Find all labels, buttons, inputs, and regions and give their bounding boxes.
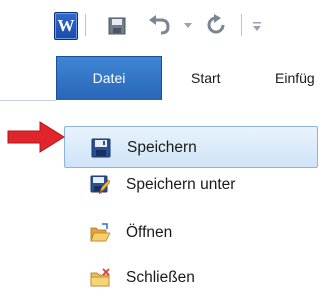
toolbar-separator	[85, 14, 86, 36]
word-logo-letter: W	[57, 16, 75, 35]
toolbar-separator	[241, 14, 242, 36]
undo-icon[interactable]	[147, 14, 171, 36]
save-icon[interactable]	[108, 17, 126, 35]
menu-item-schliessen[interactable]: Schließen	[64, 257, 318, 299]
save-disk-icon	[91, 138, 111, 158]
menu-item-speichern[interactable]: Speichern	[64, 126, 318, 168]
customize-qat-icon[interactable]	[251, 18, 263, 34]
tab-datei[interactable]: Datei	[56, 56, 162, 100]
open-folder-icon	[90, 223, 110, 242]
word-app-icon[interactable]: W	[54, 12, 78, 40]
tab-einfuegen[interactable]: Einfüg	[275, 56, 315, 100]
annotation-arrow-icon	[7, 121, 65, 153]
menu-item-label: Speichern	[127, 139, 197, 156]
save-as-icon	[90, 175, 110, 195]
menu-item-label: Schließen	[126, 269, 195, 286]
menu-item-speichern-unter[interactable]: Speichern unter	[64, 164, 318, 206]
undo-dropdown-icon[interactable]	[183, 18, 193, 32]
menu-item-label: Speichern unter	[126, 176, 236, 193]
close-folder-icon	[90, 268, 110, 287]
tab-start[interactable]: Start	[191, 56, 221, 100]
menu-item-label: Öffnen	[126, 224, 173, 241]
redo-icon[interactable]	[205, 14, 227, 36]
menu-item-oeffnen[interactable]: Öffnen	[64, 212, 318, 254]
